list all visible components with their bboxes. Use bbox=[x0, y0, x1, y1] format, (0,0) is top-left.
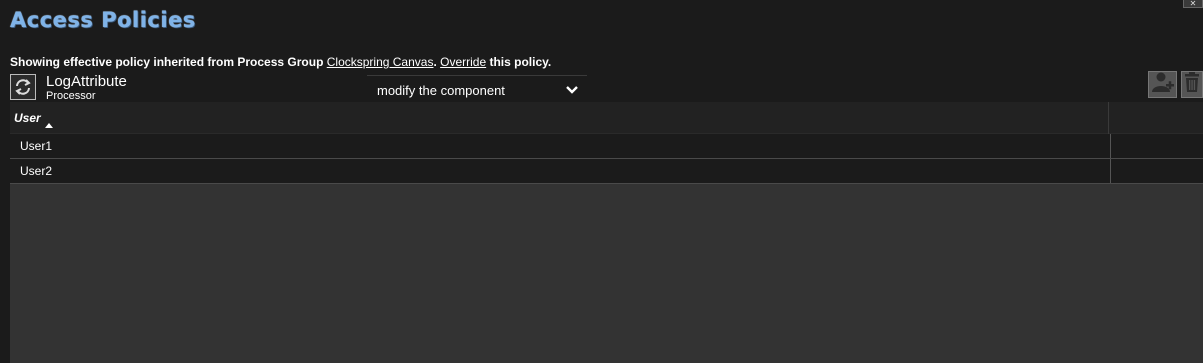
column-divider bbox=[1110, 134, 1111, 158]
notice-suffix: this policy. bbox=[486, 55, 552, 69]
close-button[interactable]: ✕ bbox=[1183, 0, 1203, 8]
table-row[interactable]: User2 bbox=[10, 159, 1203, 184]
add-user-button[interactable] bbox=[1148, 71, 1177, 98]
component-type: Processor bbox=[46, 90, 96, 102]
user-cell: User2 bbox=[20, 164, 53, 178]
column-divider bbox=[1108, 102, 1109, 134]
processor-icon bbox=[10, 74, 36, 100]
delete-button[interactable] bbox=[1181, 71, 1203, 98]
trash-icon bbox=[1183, 71, 1201, 98]
close-icon: ✕ bbox=[1189, 0, 1197, 8]
table-row[interactable]: User1 bbox=[10, 134, 1203, 159]
user-cell: User1 bbox=[20, 139, 53, 153]
add-user-icon bbox=[1151, 71, 1175, 98]
override-link[interactable]: Override bbox=[440, 55, 486, 69]
chevron-down-icon bbox=[565, 83, 579, 101]
notice-prefix: Showing effective policy inherited from … bbox=[10, 55, 327, 69]
inherited-policy-notice: Showing effective policy inherited from … bbox=[10, 55, 551, 69]
policy-action-value: modify the component bbox=[377, 83, 505, 98]
table-header: User bbox=[10, 102, 1203, 134]
sort-ascending-icon[interactable] bbox=[45, 115, 53, 133]
dialog-title: Access Policies bbox=[10, 8, 196, 32]
policy-action-select[interactable]: modify the component bbox=[367, 75, 587, 102]
users-table: User User1 User2 bbox=[10, 102, 1203, 363]
component-name: LogAttribute bbox=[46, 73, 127, 90]
column-divider bbox=[1110, 159, 1111, 183]
process-group-link[interactable]: Clockspring Canvas bbox=[327, 55, 434, 69]
column-header-user[interactable]: User bbox=[14, 111, 41, 125]
